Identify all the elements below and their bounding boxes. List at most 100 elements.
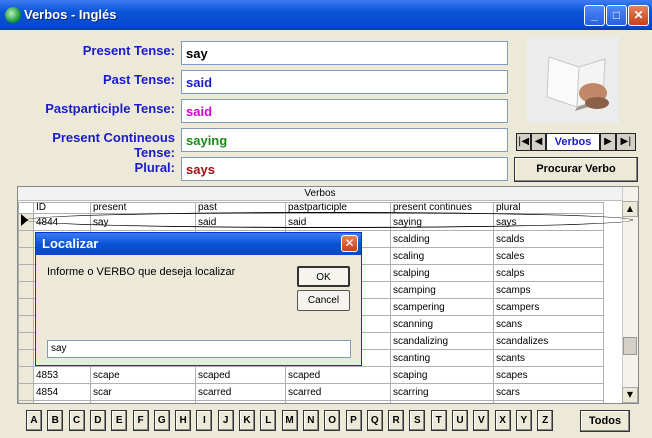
- nav-first-button[interactable]: |◀: [516, 133, 531, 151]
- letter-button-p[interactable]: P: [345, 410, 362, 431]
- table-cell[interactable]: scapes: [493, 366, 604, 384]
- nav-last-button[interactable]: ▶|: [616, 133, 636, 151]
- indicator-header: [18, 202, 34, 214]
- letter-button-a[interactable]: A: [26, 410, 42, 431]
- window-title: Verbos - Inglés: [24, 7, 117, 22]
- table-cell[interactable]: scampers: [493, 298, 604, 316]
- table-cell[interactable]: scared: [195, 400, 286, 403]
- table-cell[interactable]: scamps: [493, 281, 604, 299]
- letter-button-b[interactable]: B: [47, 410, 64, 431]
- table-cell[interactable]: scans: [493, 315, 604, 333]
- letter-button-i[interactable]: I: [196, 410, 213, 431]
- letter-button-r[interactable]: R: [388, 410, 405, 431]
- present-continuous-field[interactable]: saying: [181, 128, 508, 152]
- table-cell[interactable]: scars: [493, 383, 604, 401]
- table-cell[interactable]: scandalizing: [390, 332, 494, 350]
- ok-button[interactable]: OK: [297, 266, 350, 287]
- table-cell[interactable]: scalding: [390, 230, 494, 248]
- table-cell[interactable]: scalds: [493, 230, 604, 248]
- row-indicator[interactable]: [18, 247, 34, 265]
- table-cell[interactable]: scampering: [390, 298, 494, 316]
- maximize-button[interactable]: □: [606, 5, 627, 26]
- letter-button-o[interactable]: O: [324, 410, 341, 431]
- row-indicator[interactable]: [18, 281, 34, 299]
- table-cell[interactable]: scared: [285, 400, 391, 403]
- letter-button-c[interactable]: C: [68, 410, 85, 431]
- table-cell[interactable]: scalps: [493, 264, 604, 282]
- table-cell[interactable]: scales: [493, 247, 604, 265]
- row-indicator[interactable]: [18, 349, 34, 367]
- table-cell[interactable]: scaling: [390, 247, 494, 265]
- table-cell[interactable]: scanning: [390, 315, 494, 333]
- cancel-button[interactable]: Cancel: [297, 290, 350, 311]
- letter-button-y[interactable]: Y: [515, 410, 532, 431]
- row-indicator[interactable]: [18, 366, 34, 384]
- table-cell[interactable]: scamping: [390, 281, 494, 299]
- nav-prev-button[interactable]: ◀: [531, 133, 546, 151]
- row-indicator[interactable]: [18, 383, 34, 401]
- table-row[interactable]: 4853 scape scaped scaped scaping scapes: [18, 366, 604, 384]
- table-row[interactable]: 4854 scar scarred scarred scarring scars: [18, 383, 604, 401]
- letter-button-m[interactable]: M: [281, 410, 298, 431]
- scroll-down-icon[interactable]: ▼: [622, 387, 638, 403]
- search-verb-button[interactable]: Procurar Verbo: [514, 157, 638, 182]
- letter-button-n[interactable]: N: [302, 410, 319, 431]
- past-tense-field[interactable]: said: [181, 70, 508, 94]
- row-indicator[interactable]: [18, 315, 34, 333]
- table-cell[interactable]: scare: [90, 400, 196, 403]
- table-cell[interactable]: 4853: [33, 366, 91, 384]
- letter-button-u[interactable]: U: [452, 410, 468, 431]
- letter-button-t[interactable]: T: [430, 410, 447, 431]
- letter-button-x[interactable]: X: [494, 410, 511, 431]
- letter-button-q[interactable]: Q: [366, 410, 383, 431]
- table-row[interactable]: 4855scarescaredscaredscaringscares: [18, 400, 604, 403]
- table-cell[interactable]: scarring: [390, 383, 494, 401]
- row-indicator[interactable]: [18, 332, 34, 350]
- letter-button-f[interactable]: F: [132, 410, 149, 431]
- todos-button[interactable]: Todos: [580, 410, 630, 432]
- table-cell[interactable]: scaring: [390, 400, 494, 403]
- column-header-plural[interactable]: plural: [493, 202, 604, 214]
- row-indicator[interactable]: [18, 298, 34, 316]
- letter-button-l[interactable]: L: [260, 410, 277, 431]
- table-cell[interactable]: 4854: [33, 383, 91, 401]
- table-cell[interactable]: scarred: [285, 383, 391, 401]
- plural-field[interactable]: says: [181, 157, 508, 181]
- letter-button-e[interactable]: E: [111, 410, 128, 431]
- column-header-present[interactable]: present: [90, 202, 196, 214]
- letter-button-h[interactable]: H: [175, 410, 192, 431]
- table-cell[interactable]: scares: [493, 400, 604, 403]
- row-indicator[interactable]: [18, 400, 34, 403]
- column-header-id[interactable]: ID: [33, 202, 91, 214]
- row-indicator[interactable]: [18, 230, 34, 248]
- table-cell[interactable]: scanting: [390, 349, 494, 367]
- table-cell[interactable]: scaped: [195, 366, 286, 384]
- letter-button-g[interactable]: G: [153, 410, 170, 431]
- table-cell[interactable]: scaped: [285, 366, 391, 384]
- letter-button-v[interactable]: V: [473, 410, 490, 431]
- letter-button-z[interactable]: Z: [537, 410, 554, 431]
- row-indicator[interactable]: [18, 264, 34, 282]
- dialog-close-button[interactable]: ✕: [341, 235, 358, 252]
- table-cell[interactable]: scalping: [390, 264, 494, 282]
- letter-button-s[interactable]: S: [409, 410, 426, 431]
- table-cell[interactable]: scarred: [195, 383, 286, 401]
- scroll-thumb[interactable]: [623, 337, 637, 355]
- table-cell[interactable]: 4855: [33, 400, 91, 403]
- present-tense-field[interactable]: say: [181, 41, 508, 65]
- table-cell[interactable]: scape: [90, 366, 196, 384]
- close-button[interactable]: ✕: [628, 5, 649, 26]
- minimize-button[interactable]: _: [584, 5, 605, 26]
- nav-next-button[interactable]: ▶: [600, 133, 616, 151]
- letter-button-k[interactable]: K: [239, 410, 255, 431]
- table-cell[interactable]: scants: [493, 349, 604, 367]
- pastparticiple-tense-label: Pastparticiple Tense:: [45, 101, 175, 116]
- table-cell[interactable]: scandalizes: [493, 332, 604, 350]
- letter-button-d[interactable]: D: [89, 410, 106, 431]
- verb-search-input[interactable]: say: [47, 340, 351, 358]
- table-cell[interactable]: scaping: [390, 366, 494, 384]
- table-cell[interactable]: scar: [90, 383, 196, 401]
- letter-button-j[interactable]: J: [217, 410, 234, 431]
- pastparticiple-tense-field[interactable]: said: [181, 99, 508, 123]
- scroll-up-icon[interactable]: ▲: [622, 201, 638, 217]
